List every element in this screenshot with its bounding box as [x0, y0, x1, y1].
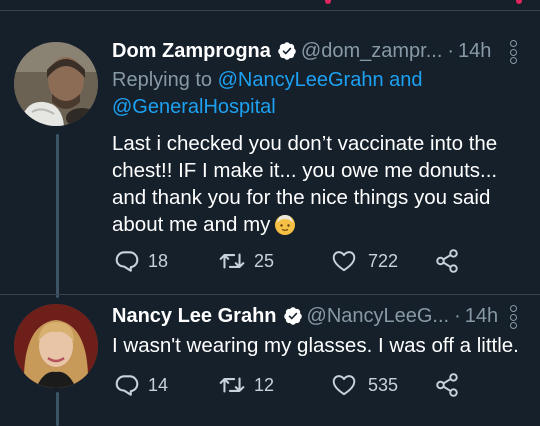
share-button[interactable]	[434, 372, 460, 398]
divider-between-tweets	[0, 294, 540, 295]
replying-to-line: Replying to @NancyLeeGrahn and @GeneralH…	[112, 67, 540, 121]
tweet-header: Nancy Lee Grahn @NancyLeeG... · 14h	[112, 303, 540, 329]
retweet-count: 25	[254, 250, 275, 271]
tweet-text: Last i checked you don’t vaccinate into …	[112, 130, 522, 238]
header-separator: ·	[454, 304, 461, 327]
tweet-body: Nancy Lee Grahn @NancyLeeG... · 14h I wa…	[112, 303, 540, 359]
tweet-text-content: I wasn't wearing my glasses. I was off a…	[112, 334, 519, 357]
older-person-emoji-icon	[275, 215, 296, 235]
tweet-header: Dom Zamprogna @dom_zampr... · 14h	[112, 38, 540, 64]
author-name[interactable]: Nancy Lee Grahn	[112, 305, 277, 328]
tweet-timestamp[interactable]: 14h	[458, 40, 491, 63]
like-count: 722	[368, 250, 399, 271]
tweet-actions: 18 25 722	[114, 246, 460, 276]
share-icon	[436, 249, 458, 273]
share-icon	[436, 373, 458, 397]
divider-top	[0, 10, 540, 11]
mention-link[interactable]: @GeneralHospital	[112, 96, 276, 118]
tweet-text: I wasn't wearing my glasses. I was off a…	[112, 332, 532, 359]
share-button[interactable]	[434, 248, 460, 274]
retweet-button[interactable]: 12	[218, 372, 330, 398]
avatar-nancy-lee-grahn[interactable]	[14, 304, 98, 388]
retweet-count: 12	[254, 374, 275, 395]
top-accent-mark	[516, 0, 522, 4]
reply-count: 18	[148, 250, 169, 271]
verified-badge-icon	[283, 307, 302, 325]
author-name[interactable]: Dom Zamprogna	[112, 40, 271, 63]
like-button[interactable]: 722	[330, 248, 434, 274]
reply-button[interactable]: 18	[114, 248, 218, 274]
retweet-button[interactable]: 25	[218, 248, 330, 274]
more-options-icon[interactable]	[508, 305, 518, 329]
like-button[interactable]: 535	[330, 372, 434, 398]
heart-icon	[332, 375, 356, 396]
reply-icon	[115, 251, 139, 272]
more-options-icon[interactable]	[508, 40, 518, 64]
mention-link[interactable]: @NancyLeeGrahn	[218, 69, 384, 91]
replying-to-label: Replying to	[112, 69, 213, 91]
header-separator: ·	[447, 39, 455, 62]
avatar-dom-zamprogna[interactable]	[14, 42, 98, 126]
heart-icon	[332, 251, 356, 272]
retweet-icon	[219, 377, 245, 393]
thread-line	[56, 392, 59, 426]
author-handle[interactable]: @NancyLeeG...	[307, 305, 450, 328]
reply-count: 14	[148, 374, 169, 395]
tweet-text-content: Last i checked you don’t vaccinate into …	[112, 132, 498, 236]
thread-line	[56, 134, 59, 298]
top-accent-mark	[325, 0, 331, 4]
retweet-icon	[219, 253, 245, 269]
tweet-actions: 14 12 535	[114, 370, 460, 400]
like-count: 535	[368, 374, 399, 395]
reply-button[interactable]: 14	[114, 372, 218, 398]
replying-and-label: and	[389, 69, 423, 91]
verified-badge-icon	[278, 42, 296, 60]
reply-icon	[115, 375, 139, 396]
tweet-timestamp[interactable]: 14h	[465, 305, 498, 328]
author-handle[interactable]: @dom_zampr...	[301, 40, 442, 63]
tweet-body: Dom Zamprogna @dom_zampr... · 14h Replyi…	[112, 38, 540, 238]
